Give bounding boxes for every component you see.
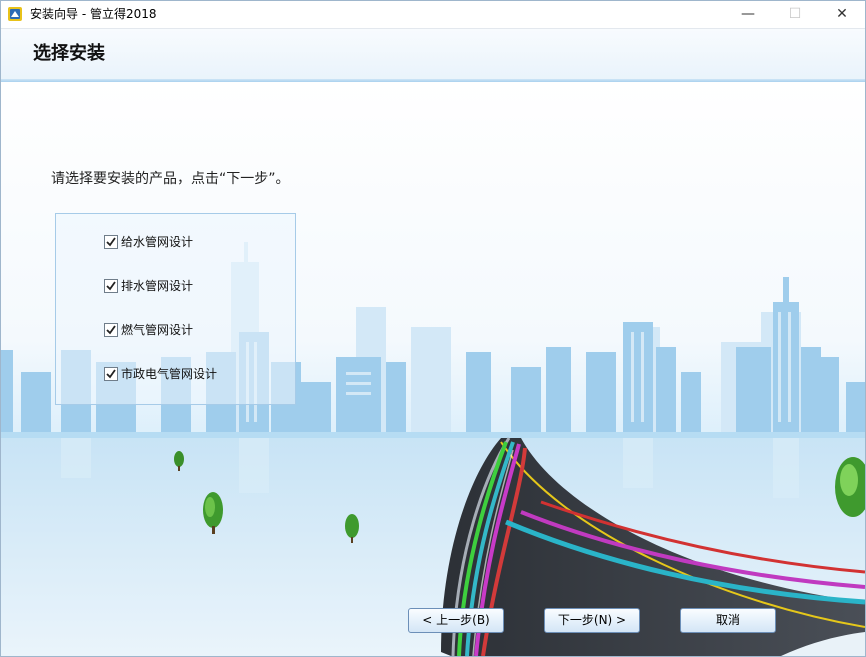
wizard-header — [1, 29, 865, 81]
product-label: 市政电气管网设计 — [121, 367, 218, 381]
instruction-text: 请选择要安装的产品，点击“下一步”。 — [51, 171, 290, 187]
product-label: 燃气管网设计 — [121, 323, 194, 337]
cancel-button[interactable]: 取消 — [680, 608, 776, 633]
maximize-button[interactable]: ☐ — [772, 1, 818, 28]
product-selection-panel: 给水管网设计 排水管网设计 燃气管网设计 市政电气管网设计 — [55, 213, 296, 405]
title-bar[interactable]: 安装向导 - 管立得2018 — ☐ ✕ — [1, 1, 865, 29]
checkmark-icon — [106, 369, 116, 379]
installer-window: 安装向导 - 管立得2018 — ☐ ✕ 选择安装 请选择要安装的产品，点击“下… — [0, 0, 866, 657]
window-title: 安装向导 - 管立得2018 — [30, 7, 157, 21]
next-button[interactable]: 下一步(N) > — [544, 608, 640, 633]
water-supply-checkbox[interactable] — [104, 235, 118, 249]
electrical-checkbox[interactable] — [104, 367, 118, 381]
product-label: 给水管网设计 — [121, 235, 194, 249]
app-icon — [8, 7, 22, 21]
page-title: 选择安装 — [33, 43, 105, 64]
minimize-button[interactable]: — — [725, 1, 771, 28]
product-label: 排水管网设计 — [121, 279, 194, 293]
close-button[interactable]: ✕ — [819, 1, 865, 28]
back-button[interactable]: < 上一步(B) — [408, 608, 504, 633]
drainage-checkbox[interactable] — [104, 279, 118, 293]
checkmark-icon — [106, 325, 116, 335]
checkmark-icon — [106, 237, 116, 247]
gas-checkbox[interactable] — [104, 323, 118, 337]
checkmark-icon — [106, 281, 116, 291]
